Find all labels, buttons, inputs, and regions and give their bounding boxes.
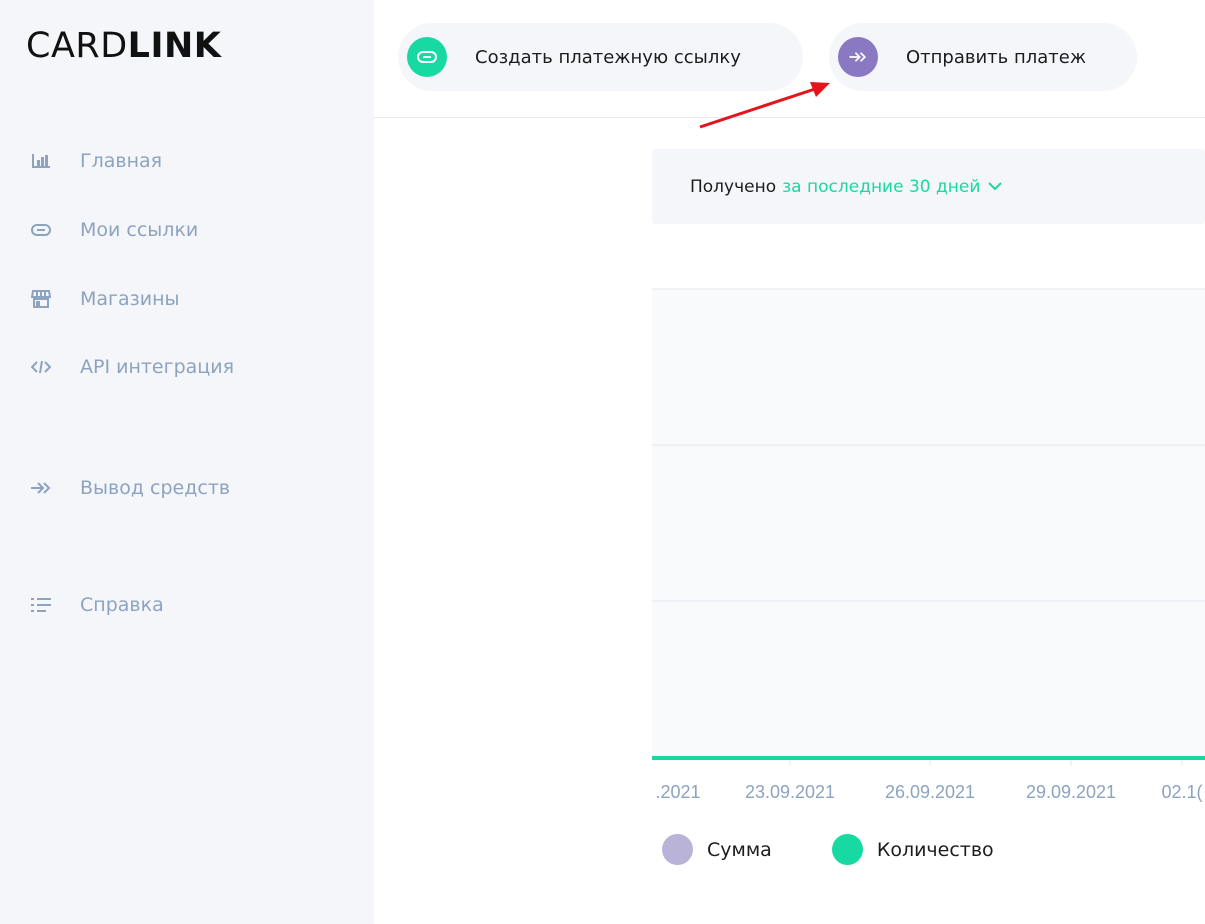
period-dropdown[interactable]: за последние 30 дней [782, 176, 1003, 197]
x-tick-label: 26.09.2021 [885, 782, 975, 802]
sidebar-item-api[interactable]: API интеграция [30, 352, 234, 382]
chevron-down-icon [988, 182, 1003, 191]
send-payment-label: Отправить платеж [906, 46, 1087, 68]
sidebar-item-label: API интеграция [80, 356, 235, 378]
store-icon [30, 288, 52, 310]
legend-label-sum: Сумма [707, 838, 772, 861]
x-tick-label: 23.09.2021 [745, 782, 835, 802]
sidebar-item-my-links[interactable]: Мои ссылки [30, 215, 198, 245]
logo-part-link: LINK [127, 26, 222, 66]
received-filter-bar: Получено за последние 30 дней [652, 149, 1205, 224]
legend-dot-count [831, 834, 863, 865]
period-label: за последние 30 дней [782, 176, 981, 197]
sidebar-item-label: Вывод средств [80, 477, 231, 499]
sidebar-item-help[interactable]: Справка [30, 590, 164, 620]
sidebar-item-label: Мои ссылки [80, 219, 199, 241]
sidebar: CARDLINK Главная Мои ссылки Магазины API… [0, 0, 374, 924]
sidebar-item-label: Главная [80, 150, 163, 172]
sidebar-item-stores[interactable]: Магазины [30, 284, 180, 314]
link-icon [407, 37, 447, 77]
received-label: Получено [690, 176, 777, 197]
sidebar-item-label: Магазины [80, 288, 180, 310]
code-icon [30, 356, 52, 378]
create-payment-link-label: Создать платежную ссылку [475, 46, 741, 68]
cardlink-logo[interactable]: CARDLINK [26, 26, 221, 66]
legend-dot-sum [662, 834, 693, 865]
legend-label-count: Количество [876, 838, 994, 861]
annotation-arrow [699, 82, 830, 129]
link-icon [30, 219, 52, 241]
legend-item-count[interactable]: Количество [831, 834, 994, 865]
chart-legend: Сумма Количество [662, 834, 1054, 865]
x-tick-label: 29.09.2021 [1026, 782, 1116, 802]
bar-chart-icon [30, 150, 52, 172]
logo-part-card: CARD [26, 26, 128, 66]
list-icon [30, 594, 52, 616]
x-tick-label: .2021 [655, 782, 700, 802]
sidebar-item-label: Справка [80, 594, 164, 616]
x-tick-label: 02.1( [1161, 782, 1202, 802]
sidebar-item-home[interactable]: Главная [30, 146, 162, 176]
double-arrow-right-icon [30, 477, 52, 499]
sidebar-item-withdrawal[interactable]: Вывод средств [30, 473, 230, 503]
payments-chart [652, 289, 1205, 759]
legend-item-sum[interactable]: Сумма [662, 834, 772, 865]
send-payment-button[interactable]: Отправить платеж [829, 23, 1137, 91]
double-arrow-right-icon [838, 37, 878, 77]
